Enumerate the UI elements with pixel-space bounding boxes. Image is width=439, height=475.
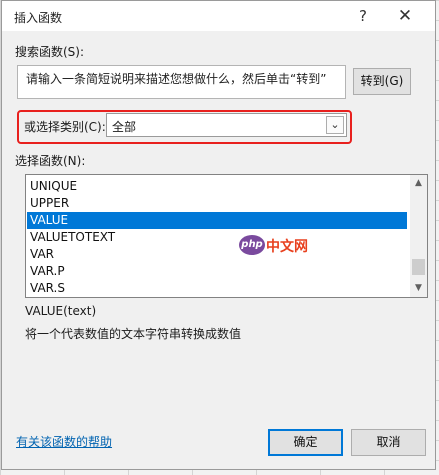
function-list-label: 选择函数(N): [15,154,86,168]
function-signature: VALUE(text) [25,304,97,318]
list-item[interactable]: UNIQUE [27,178,407,195]
scroll-down-icon[interactable]: ▼ [410,280,427,297]
function-list[interactable]: UNIQUE UPPER VALUE VALUETOTEXT VAR VAR.P… [25,174,428,298]
list-item-selected[interactable]: VALUE [27,212,407,229]
watermark: php 中文网 [239,235,339,255]
insert-function-dialog: 插入函数 ? ✕ 搜索函数(S): 请输入一条简短说明来描述您想做什么，然后单击… [1,0,436,470]
category-select-value: 全部 [112,120,137,134]
category-select[interactable]: 全部 ⌄ [106,113,347,137]
scroll-up-icon[interactable]: ▲ [410,175,427,192]
dialog-title: 插入函数 [14,11,63,25]
watermark-text: 中文网 [266,239,308,255]
search-input[interactable]: 请输入一条简短说明来描述您想做什么，然后单击“转到” [17,65,346,99]
search-label: 搜索函数(S): [15,45,85,59]
list-item[interactable]: VAR.P [27,263,407,280]
function-help-link[interactable]: 有关该函数的帮助 [16,433,112,450]
watermark-logo-text: php [241,239,263,250]
help-icon[interactable]: ? [348,4,378,28]
list-scrollbar[interactable]: ▲ ▼ [410,175,427,297]
title-bar: 插入函数 ? ✕ [2,1,435,31]
list-item[interactable]: VALUETOTEXT [27,229,407,246]
ok-button[interactable]: 确定 [268,429,343,456]
category-label: 或选择类别(C): [24,120,106,134]
chevron-down-icon[interactable]: ⌄ [326,116,344,134]
scroll-thumb[interactable] [412,259,425,275]
close-icon[interactable]: ✕ [390,4,420,28]
list-item[interactable]: UPPER [27,195,407,212]
list-item[interactable]: VAR.S [27,280,407,297]
cancel-button[interactable]: 取消 [351,429,426,456]
list-item[interactable]: VAR [27,246,407,263]
go-button[interactable]: 转到(G) [353,68,411,95]
php-logo-icon: php [239,235,265,255]
function-description: 将一个代表数值的文本字符串转换成数值 [25,327,242,341]
